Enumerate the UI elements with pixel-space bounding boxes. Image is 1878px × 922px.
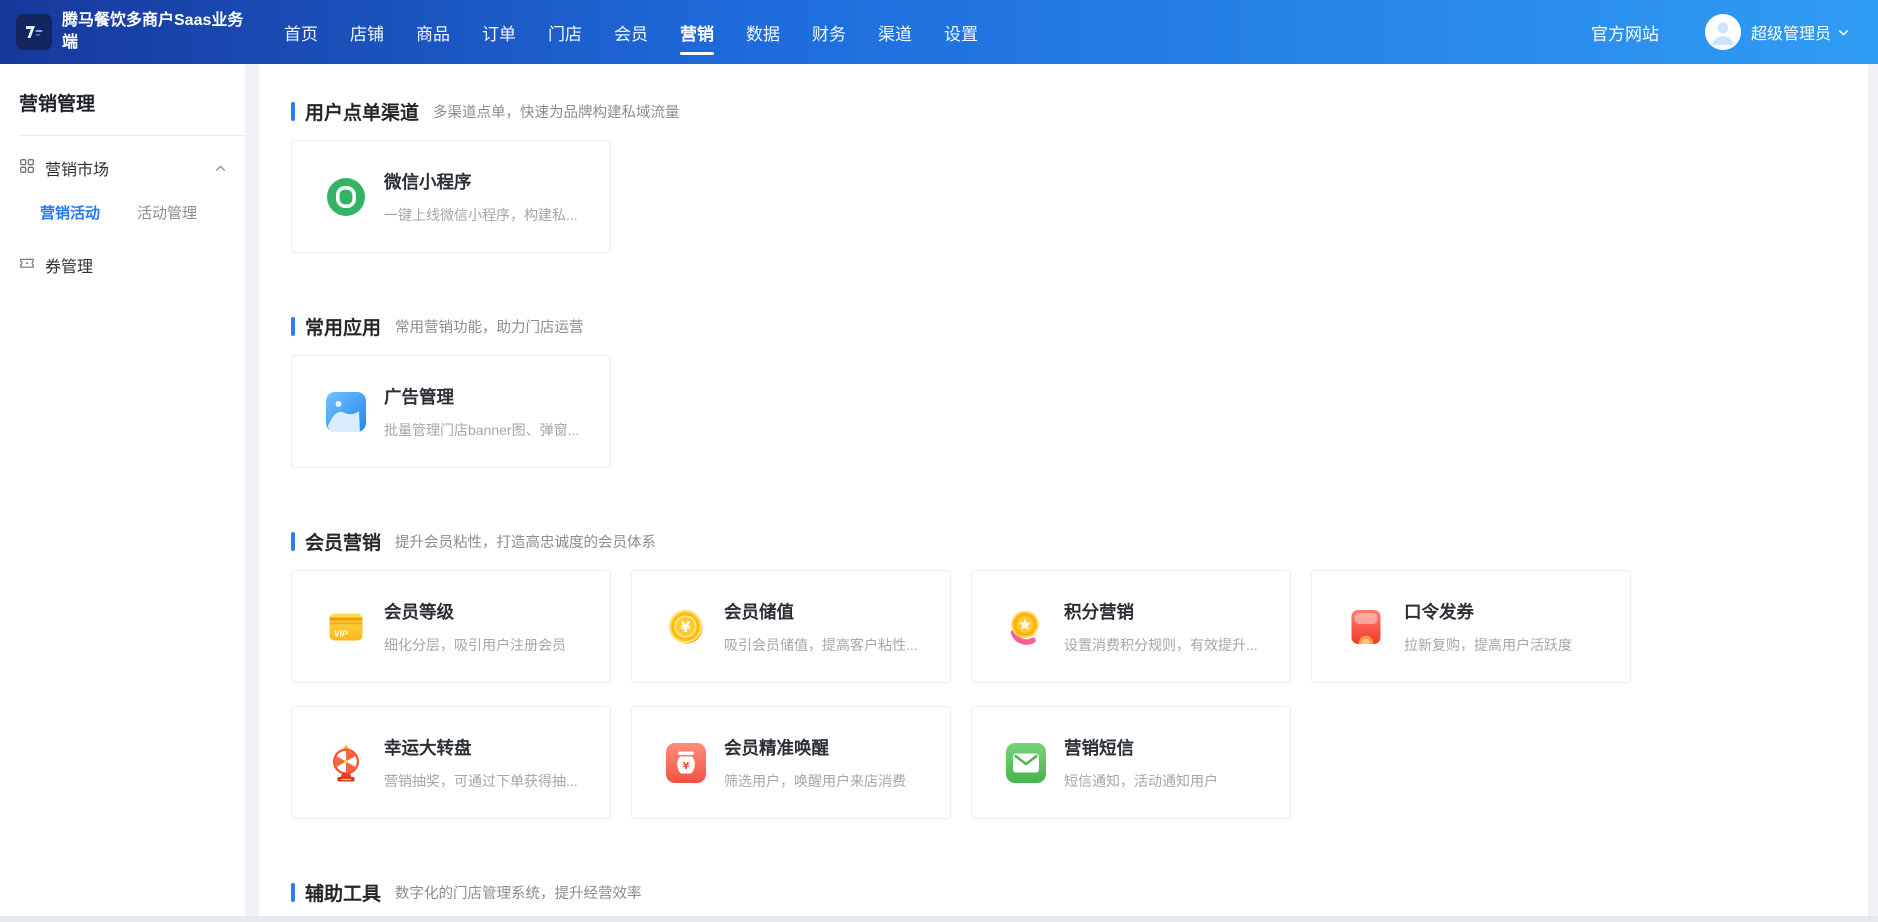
- section-title: 辅助工具: [305, 879, 381, 906]
- svg-text:VIP: VIP: [334, 628, 348, 638]
- section-title: 常用应用: [305, 313, 381, 340]
- card-ad-management[interactable]: 广告管理 批量管理门店banner图、弹窗...: [291, 355, 611, 468]
- nav-right: 官方网站 超级管理员: [1591, 14, 1850, 50]
- card-desc: 一键上线微信小程序，构建私...: [384, 205, 578, 225]
- svg-text:¥: ¥: [681, 620, 691, 636]
- vip-card-icon: VIP: [326, 607, 366, 647]
- main-area: 用户点单渠道 多渠道点单，快速为品牌构建私域流量: [245, 64, 1878, 922]
- card-title: 营销短信: [1064, 735, 1218, 760]
- nav-item-goods[interactable]: 商品: [400, 0, 466, 64]
- section-auxiliary-tools: 辅助工具 数字化的门店管理系统，提升经营效率: [291, 879, 1844, 905]
- official-website-link[interactable]: 官方网站: [1591, 20, 1659, 45]
- content-panel: 用户点单渠道 多渠道点单，快速为品牌构建私域流量: [259, 64, 1868, 916]
- nav-item-settings[interactable]: 设置: [928, 0, 994, 64]
- lucky-wheel-icon: [326, 743, 366, 783]
- user-avatar[interactable]: [1705, 14, 1741, 50]
- card-points-marketing[interactable]: 积分营销 设置消费积分规则，有效提升...: [971, 570, 1291, 683]
- sidebar-item-label: 券管理: [45, 253, 93, 277]
- points-coin-icon: [1006, 607, 1046, 647]
- card-title: 会员等级: [384, 599, 566, 624]
- svg-text:¥: ¥: [683, 760, 690, 771]
- sidebar-item-activity-management[interactable]: 活动管理: [137, 202, 197, 223]
- sidebar-item-marketing-activity[interactable]: 营销活动: [40, 202, 100, 223]
- section-accent-bar: [291, 102, 295, 121]
- sidebar-group-label: 营销市场: [45, 156, 109, 180]
- nav-item-orders[interactable]: 订单: [466, 0, 532, 64]
- nav-item-channels[interactable]: 渠道: [862, 0, 928, 64]
- nav-item-home[interactable]: 首页: [268, 0, 334, 64]
- card-title: 幸运大转盘: [384, 735, 578, 760]
- member-wake-icon: ¥: [666, 743, 706, 783]
- section-subtitle: 提升会员粘性，打造高忠诚度的会员体系: [395, 531, 656, 552]
- sidebar: 营销管理 营销市场 营销活动 活动管理: [0, 64, 245, 922]
- section-title: 会员营销: [305, 528, 381, 555]
- brand[interactable]: 腾马餐饮多商户Saas业务端: [16, 10, 268, 53]
- card-sms-marketing[interactable]: 营销短信 短信通知，活动通知用户: [971, 706, 1291, 819]
- card-member-wake[interactable]: ¥ 会员精准唤醒 筛选用户，唤醒用户来店消费: [631, 706, 951, 819]
- card-title: 广告管理: [384, 384, 579, 409]
- nav-menu: 首页 店铺 商品 订单 门店 会员 营销 数据 财务 渠道 设置: [268, 0, 994, 64]
- ticket-icon: [19, 255, 35, 276]
- card-desc: 吸引会员储值，提高客户粘性...: [724, 635, 918, 655]
- sidebar-subitems: 营销活动 活动管理: [0, 188, 245, 237]
- card-desc: 细化分层，吸引用户注册会员: [384, 635, 566, 655]
- chevron-down-icon[interactable]: [1837, 26, 1850, 39]
- section-order-channels: 用户点单渠道 多渠道点单，快速为品牌构建私域流量: [291, 98, 1844, 253]
- app-window: 腾马餐饮多商户Saas业务端 首页 店铺 商品 订单 门店 会员 营销 数据 财…: [0, 0, 1878, 922]
- card-member-stored-value[interactable]: ¥ 会员储值 吸引会员储值，提高客户粘性...: [631, 570, 951, 683]
- nav-item-data[interactable]: 数据: [730, 0, 796, 64]
- brand-title: 腾马餐饮多商户Saas业务端: [62, 10, 257, 53]
- nav-item-marketing[interactable]: 营销: [664, 0, 730, 64]
- card-desc: 筛选用户，唤醒用户来店消费: [724, 771, 906, 791]
- section-subtitle: 多渠道点单，快速为品牌构建私域流量: [433, 101, 680, 122]
- card-desc: 拉新复购，提高用户活跃度: [1404, 635, 1572, 655]
- card-wechat-miniprogram[interactable]: 微信小程序 一键上线微信小程序，构建私...: [291, 140, 611, 253]
- brand-logo-icon: [16, 14, 52, 50]
- username-label[interactable]: 超级管理员: [1751, 20, 1831, 44]
- card-desc: 短信通知，活动通知用户: [1064, 771, 1218, 791]
- red-packet-icon: [1346, 607, 1386, 647]
- horizontal-scrollbar[interactable]: [0, 916, 1878, 922]
- section-title: 用户点单渠道: [305, 98, 419, 125]
- card-title: 会员储值: [724, 599, 918, 624]
- section-member-marketing: 会员营销 提升会员粘性，打造高忠诚度的会员体系: [291, 528, 1844, 819]
- section-subtitle: 数字化的门店管理系统，提升经营效率: [395, 882, 642, 903]
- card-title: 微信小程序: [384, 169, 578, 194]
- section-accent-bar: [291, 883, 295, 902]
- nav-item-members[interactable]: 会员: [598, 0, 664, 64]
- card-title: 口令发券: [1404, 599, 1572, 624]
- card-title: 会员精准唤醒: [724, 735, 906, 760]
- card-member-level[interactable]: VIP 会员等级 细化分层，吸引用户注册会员: [291, 570, 611, 683]
- wechat-miniprogram-icon: [326, 177, 366, 217]
- nav-item-store[interactable]: 店铺: [334, 0, 400, 64]
- card-title: 积分营销: [1064, 599, 1258, 624]
- section-accent-bar: [291, 317, 295, 336]
- sidebar-item-coupon-management[interactable]: 券管理: [0, 237, 245, 289]
- card-password-coupon[interactable]: 口令发券 拉新复购，提高用户活跃度: [1311, 570, 1631, 683]
- sms-icon: [1006, 743, 1046, 783]
- section-accent-bar: [291, 532, 295, 551]
- nav-item-finance[interactable]: 财务: [796, 0, 862, 64]
- top-nav: 腾马餐饮多商户Saas业务端 首页 店铺 商品 订单 门店 会员 营销 数据 财…: [0, 0, 1878, 64]
- ad-image-icon: [326, 392, 366, 432]
- chevron-up-icon[interactable]: [214, 162, 227, 175]
- sidebar-group-marketing-market[interactable]: 营销市场: [0, 136, 245, 188]
- coin-yuan-icon: ¥: [666, 607, 706, 647]
- grid-icon: [19, 158, 35, 179]
- card-lucky-wheel[interactable]: 幸运大转盘 营销抽奖，可通过下单获得抽...: [291, 706, 611, 819]
- user-icon: [1705, 14, 1741, 50]
- nav-item-branches[interactable]: 门店: [532, 0, 598, 64]
- section-subtitle: 常用营销功能，助力门店运营: [395, 316, 584, 337]
- sidebar-title: 营销管理: [0, 64, 245, 135]
- card-desc: 设置消费积分规则，有效提升...: [1064, 635, 1258, 655]
- section-common-apps: 常用应用 常用营销功能，助力门店运营: [291, 313, 1844, 468]
- card-desc: 营销抽奖，可通过下单获得抽...: [384, 771, 578, 791]
- card-desc: 批量管理门店banner图、弹窗...: [384, 420, 579, 440]
